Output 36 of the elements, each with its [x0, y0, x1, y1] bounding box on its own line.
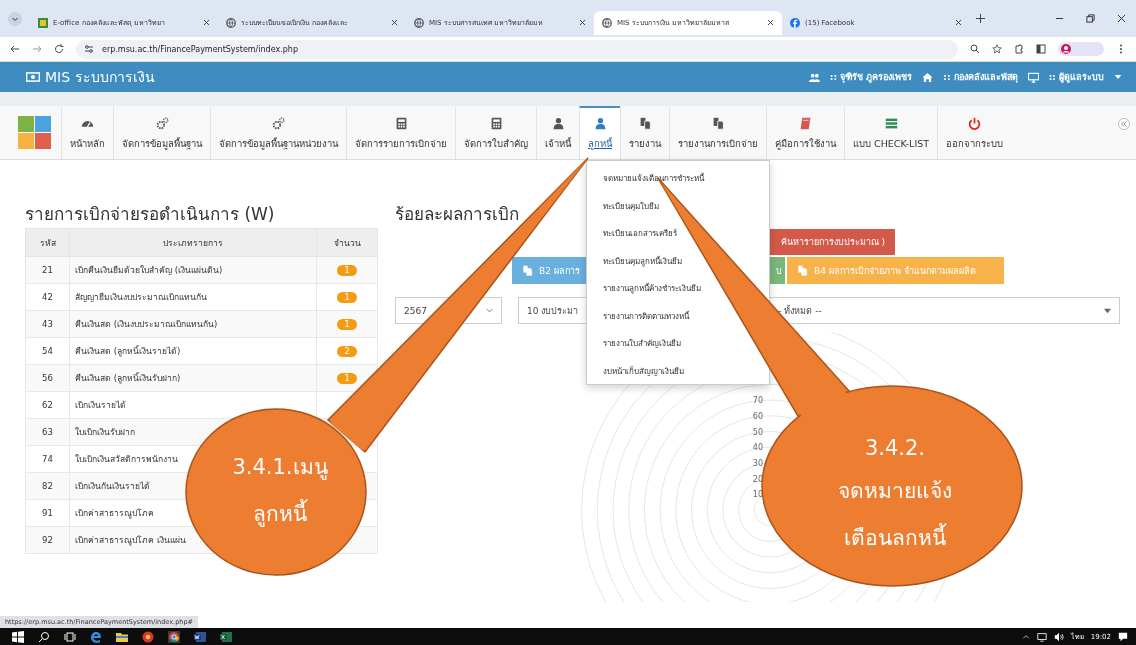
table-cell: 42 — [25, 283, 70, 311]
column-header: จำนวน — [316, 228, 378, 257]
table-cell: สัญญายืมเงินงบประมาณเบิกแทนกัน — [69, 283, 317, 311]
scale-label: 50 — [752, 427, 763, 437]
table-cell: 91 — [25, 499, 70, 527]
app-title: MIS ระบบการเงิน — [45, 68, 155, 87]
scale-label: 70 — [752, 396, 763, 406]
table-cell: 43 — [25, 310, 70, 338]
table-cell: คืนเงินสด (เงินงบประมาณเบิกแทนกัน) — [69, 310, 317, 338]
table-cell: เบิกคืนเงินยืมด้วยใบสำคัญ (เงินแผ่นดิน) — [69, 256, 317, 284]
count-badge: 1 — [337, 372, 357, 384]
callout-text: จดหมายแจ้ง — [838, 478, 952, 505]
count-badge: 1 — [337, 318, 357, 330]
table-cell: คืนเงินสด (ลูกหนี้เงินรายได้) — [69, 337, 317, 365]
count-badge: 2 — [337, 345, 357, 357]
table-cell: 82 — [25, 472, 70, 500]
table-cell: 21 — [25, 256, 70, 284]
table-cell: 74 — [25, 445, 70, 473]
scale-label: 40 — [752, 443, 763, 453]
callout-text: 3.4.2. — [864, 436, 926, 460]
scale-label: 60 — [752, 411, 763, 421]
table-cell: 92 — [25, 526, 70, 554]
column-header: รหัส — [25, 228, 70, 257]
table-cell: 63 — [25, 418, 70, 446]
table-cell: 62 — [25, 391, 70, 419]
table-cell: คืนเงินสด (ลูกหนี้เงินรับฝาก) — [69, 364, 317, 392]
count-badge: 1 — [337, 264, 357, 276]
scale-label: 30 — [752, 458, 763, 468]
section-title: ร้อยละผลการเบิก — [395, 203, 519, 226]
scale-label: 20 — [752, 474, 763, 484]
table-cell: 54 — [25, 337, 70, 365]
column-header: ประเภทรายการ — [69, 228, 317, 257]
count-badge: 1 — [337, 291, 357, 303]
callout-text: เตือนลกหนี้ — [844, 521, 946, 554]
section-title: รายการเบิกจ่ายรอดำเนินการ (W) — [25, 203, 276, 226]
table-cell: 56 — [25, 364, 70, 392]
